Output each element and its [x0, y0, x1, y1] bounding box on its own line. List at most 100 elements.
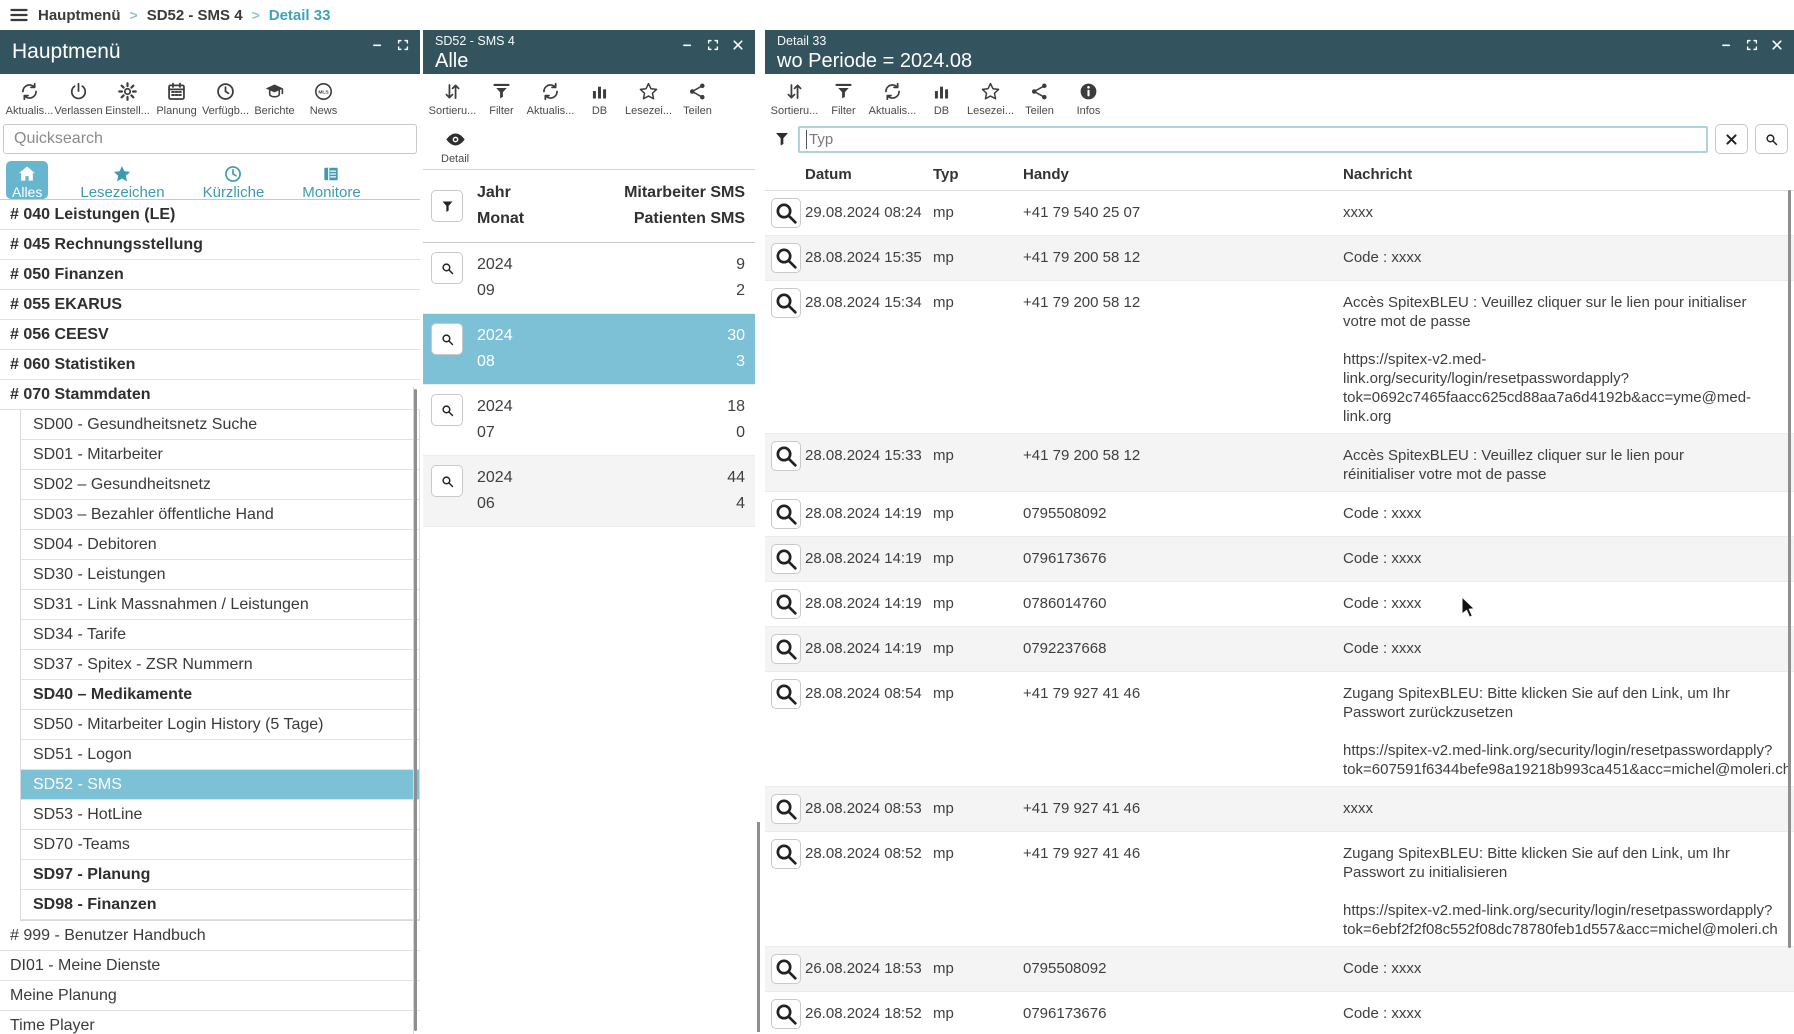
toolbar-button-berichte[interactable]: Berichte — [250, 81, 299, 117]
row-detail-button[interactable] — [771, 243, 801, 273]
toolbar-button-verlassen[interactable]: Verlassen — [54, 81, 103, 117]
sidebar-item-sd31-link-massnahmen-leistungen[interactable]: SD31 - Link Massnahmen / Leistungen — [21, 590, 419, 620]
sidebar-item-056-ceesv[interactable]: # 056 CEESV — [0, 320, 420, 350]
row-detail-button[interactable] — [431, 465, 463, 497]
maximize-icon[interactable] — [706, 38, 720, 52]
close-icon[interactable] — [731, 38, 745, 52]
quicksearch-input[interactable] — [3, 124, 417, 154]
toolbar-button-aktualis[interactable]: Aktualis... — [5, 81, 54, 117]
close-icon[interactable] — [1770, 38, 1784, 52]
row-detail-button[interactable] — [771, 634, 801, 664]
minimize-icon[interactable] — [681, 38, 695, 52]
breadcrumb-item-sd52-sms-4[interactable]: SD52 - SMS 4 — [147, 7, 243, 24]
sms-row[interactable]: 28.08.2024 08:53mp+41 79 927 41 46xxxx — [765, 787, 1794, 832]
sidebar-item-sd51-logon[interactable]: SD51 - Logon — [21, 740, 419, 770]
toolbar-button-sortieru[interactable]: Sortieru... — [770, 81, 819, 117]
toolbar-button-infos[interactable]: Infos — [1064, 81, 1113, 117]
sidebar-item-040-leistungen-le[interactable]: # 040 Leistungen (LE) — [0, 200, 420, 230]
sidebar-item-sd37-spitex-zsr-nummern[interactable]: SD37 - Spitex - ZSR Nummern — [21, 650, 419, 680]
sidebar-item-time-player[interactable]: Time Player — [0, 1011, 420, 1034]
year-month-row[interactable]: 20240992 — [423, 243, 755, 314]
sms-row[interactable]: 28.08.2024 08:52mp+41 79 927 41 46Zugang… — [765, 832, 1794, 947]
breadcrumb-item-hauptmen[interactable]: Hauptmenü — [38, 7, 121, 24]
year-month-row[interactable]: 202407180 — [423, 385, 755, 456]
sidebar-item-sd70-teams[interactable]: SD70 -Teams — [21, 830, 419, 860]
sidebar-item-sd01-mitarbeiter[interactable]: SD01 - Mitarbeiter — [21, 440, 419, 470]
toolbar-button-lesezei[interactable]: Lesezei... — [624, 81, 673, 117]
sidebar-item-sd53-hotline[interactable]: SD53 - HotLine — [21, 800, 419, 830]
tab-k-rzliche[interactable]: Kürzliche — [197, 161, 271, 199]
sidebar-item-sd03-bezahler-ffentliche-hand[interactable]: SD03 – Bezahler öffentliche Hand — [21, 500, 419, 530]
sidebar-item-sd50-mitarbeiter-login-history-5-tage[interactable]: SD50 - Mitarbeiter Login History (5 Tage… — [21, 710, 419, 740]
row-detail-button[interactable] — [431, 323, 463, 355]
toolbar-button-teilen[interactable]: Teilen — [673, 81, 722, 117]
sidebar-item-055-ekarus[interactable]: # 055 EKARUS — [0, 290, 420, 320]
middle-scrollbar-thumb[interactable] — [757, 822, 760, 1032]
sidebar-item-meine-planung[interactable]: Meine Planung — [0, 981, 420, 1011]
sms-row[interactable]: 28.08.2024 14:19mp0795508092Code : xxxx — [765, 492, 1794, 537]
row-detail-button[interactable] — [771, 288, 801, 318]
sidebar-item-sd97-planung[interactable]: SD97 - Planung — [21, 860, 419, 890]
row-detail-button[interactable] — [771, 999, 801, 1029]
maximize-icon[interactable] — [1745, 38, 1759, 52]
sms-row[interactable]: 26.08.2024 18:52mp0796173676Code : xxxx — [765, 992, 1794, 1034]
sidebar-item-sd00-gesundheitsnetz-suche[interactable]: SD00 - Gesundheitsnetz Suche — [21, 410, 419, 440]
minimize-icon[interactable] — [371, 38, 385, 52]
sms-row[interactable]: 26.08.2024 18:53mp0795508092Code : xxxx — [765, 947, 1794, 992]
clear-filter-button[interactable] — [1715, 124, 1748, 154]
row-detail-button[interactable] — [771, 794, 801, 824]
toolbar-button-lesezei[interactable]: Lesezei... — [966, 81, 1015, 117]
sidebar-item-050-finanzen[interactable]: # 050 Finanzen — [0, 260, 420, 290]
tab-lesezeichen[interactable]: Lesezeichen — [74, 161, 170, 199]
sms-row[interactable]: 28.08.2024 14:19mp0792237668Code : xxxx — [765, 627, 1794, 672]
search-button[interactable] — [1755, 124, 1788, 154]
sidebar-item-di01-meine-dienste[interactable]: DI01 - Meine Dienste — [0, 951, 420, 981]
toolbar-button-verf-gb[interactable]: Verfügb... — [201, 81, 250, 117]
toolbar-button-db[interactable]: DB — [917, 81, 966, 117]
row-detail-button[interactable] — [771, 544, 801, 574]
sms-row[interactable]: 28.08.2024 14:19mp0796173676Code : xxxx — [765, 537, 1794, 582]
typ-filter-input[interactable] — [798, 126, 1708, 153]
sidebar-item-sd30-leistungen[interactable]: SD30 - Leistungen — [21, 560, 419, 590]
row-detail-button[interactable] — [771, 679, 801, 709]
toolbar-button-teilen[interactable]: Teilen — [1015, 81, 1064, 117]
tab-monitore[interactable]: Monitore — [296, 161, 366, 199]
sms-row[interactable]: 28.08.2024 15:33mp+41 79 200 58 12Accès … — [765, 434, 1794, 492]
breadcrumb-item-detail-33[interactable]: Detail 33 — [269, 7, 331, 24]
year-month-row[interactable]: 202406444 — [423, 456, 755, 527]
toolbar-button-db[interactable]: DB — [575, 81, 624, 117]
sidebar-item-sd98-finanzen[interactable]: SD98 - Finanzen — [21, 890, 419, 920]
year-month-row[interactable]: 202408303 — [423, 314, 755, 385]
toolbar-button-filter[interactable]: Filter — [477, 81, 526, 117]
table-filter-button[interactable] — [431, 190, 463, 222]
sidebar-item-sd52-sms[interactable]: SD52 - SMS — [21, 770, 419, 800]
detail-button[interactable]: Detail — [423, 121, 473, 169]
toolbar-button-aktualis[interactable]: Aktualis... — [526, 81, 575, 117]
sidebar-item-sd04-debitoren[interactable]: SD04 - Debitoren — [21, 530, 419, 560]
row-detail-button[interactable] — [771, 589, 801, 619]
maximize-icon[interactable] — [396, 38, 410, 52]
row-detail-button[interactable] — [771, 499, 801, 529]
sms-row[interactable]: 28.08.2024 15:34mp+41 79 200 58 12Accès … — [765, 281, 1794, 434]
left-scrollbar-thumb[interactable] — [414, 389, 417, 1031]
row-detail-button[interactable] — [771, 441, 801, 471]
toolbar-button-planung[interactable]: Planung — [152, 81, 201, 117]
toolbar-button-aktualis[interactable]: Aktualis... — [868, 81, 917, 117]
minimize-icon[interactable] — [1720, 38, 1734, 52]
toolbar-button-sortieru[interactable]: Sortieru... — [428, 81, 477, 117]
row-detail-button[interactable] — [431, 394, 463, 426]
row-detail-button[interactable] — [771, 198, 801, 228]
row-detail-button[interactable] — [771, 954, 801, 984]
toolbar-button-einstell[interactable]: Einstell... — [103, 81, 152, 117]
toolbar-button-news[interactable]: MLSNews — [299, 81, 348, 117]
hamburger-menu-icon[interactable] — [9, 5, 29, 25]
row-detail-button[interactable] — [771, 839, 801, 869]
sidebar-item-999-benutzer-handbuch[interactable]: # 999 - Benutzer Handbuch — [0, 921, 420, 951]
sms-row[interactable]: 28.08.2024 14:19mp0786014760Code : xxxx — [765, 582, 1794, 627]
sidebar-item-060-statistiken[interactable]: # 060 Statistiken — [0, 350, 420, 380]
sidebar-item-sd40-medikamente[interactable]: SD40 – Medikamente — [21, 680, 419, 710]
tab-alles[interactable]: Alles — [6, 161, 48, 199]
sidebar-item-070-stammdaten[interactable]: # 070 Stammdaten — [0, 380, 420, 410]
row-detail-button[interactable] — [431, 252, 463, 284]
sms-row[interactable]: 29.08.2024 08:24mp+41 79 540 25 07xxxx — [765, 191, 1794, 236]
